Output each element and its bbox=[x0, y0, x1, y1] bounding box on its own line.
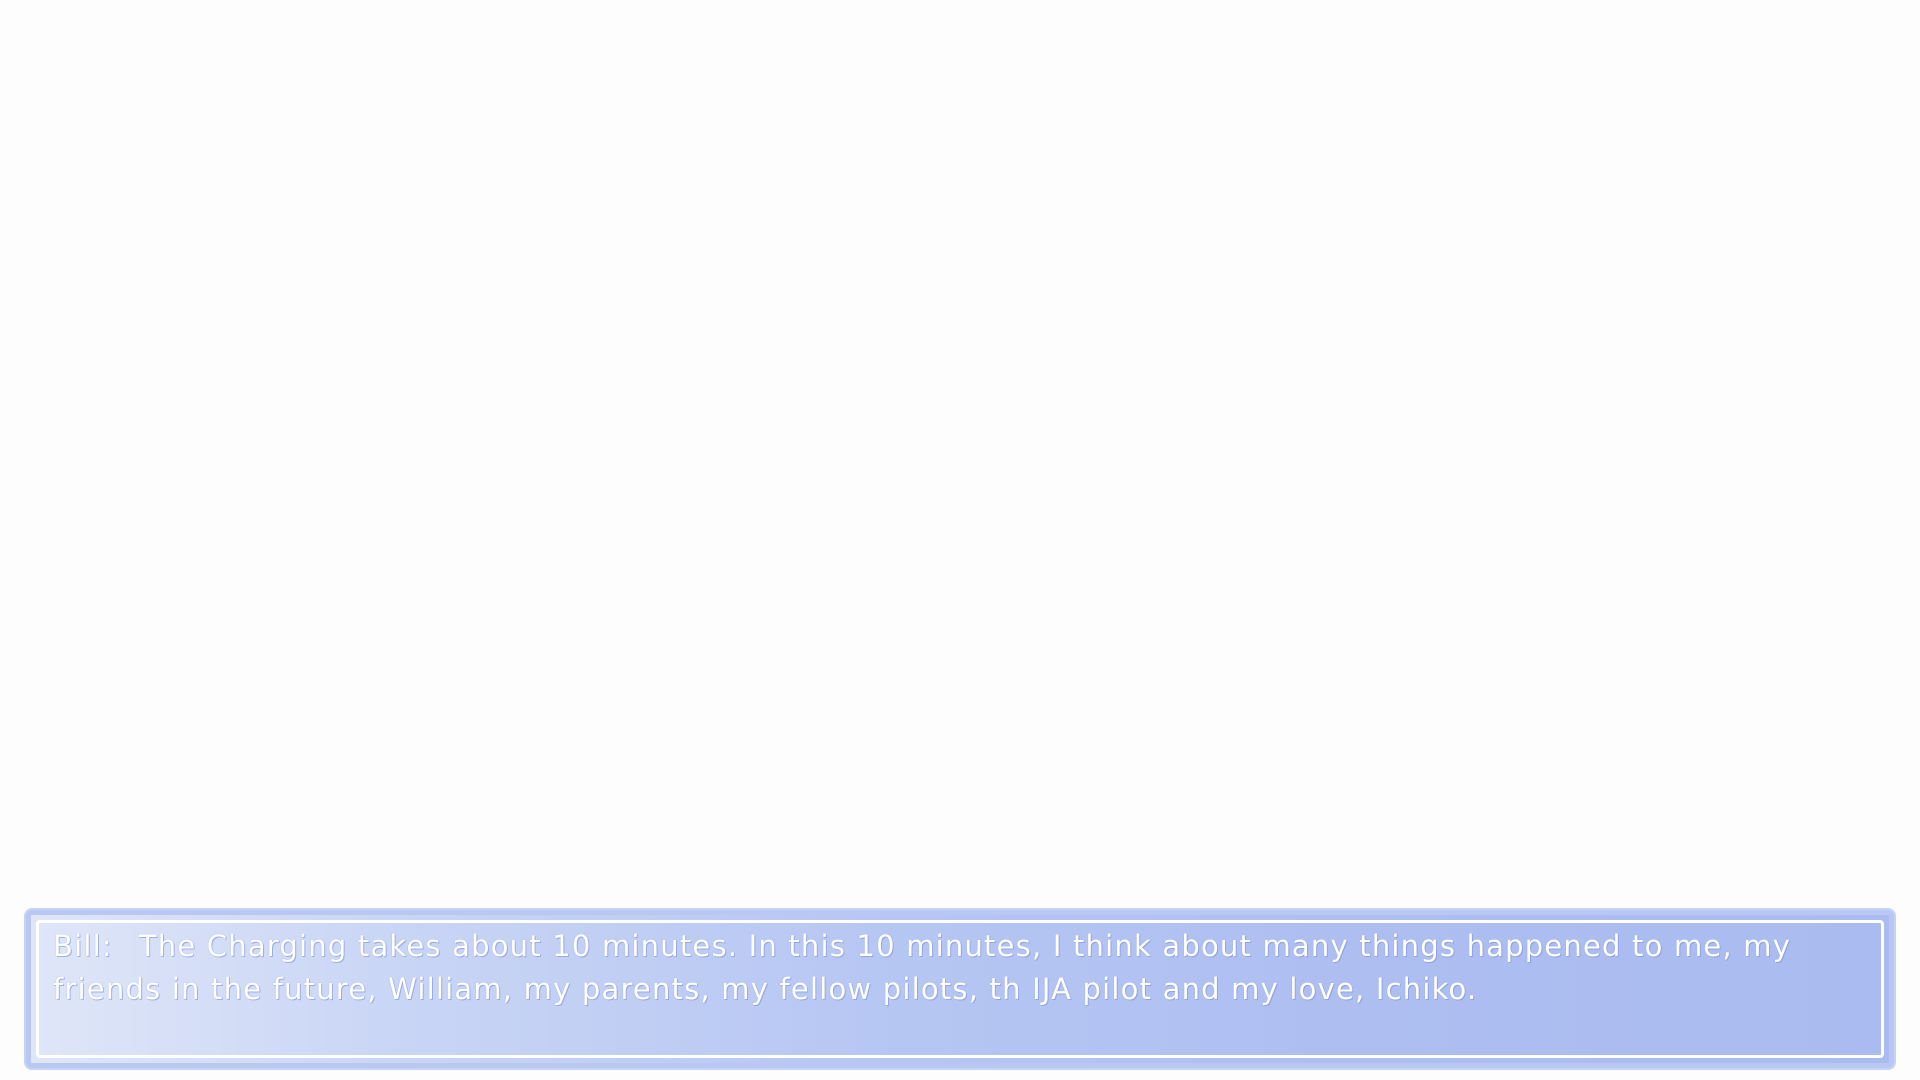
dialogue-box[interactable]: Bill: The Charging takes about 10 minutes… bbox=[26, 910, 1894, 1068]
dialogue-line: The Charging takes about 10 minutes. In … bbox=[53, 929, 1792, 1006]
game-scene[interactable]: Bill: The Charging takes about 10 minutes… bbox=[0, 0, 1920, 1080]
speaker-name: Bill: bbox=[53, 929, 113, 963]
dialogue-text-area: Bill: The Charging takes about 10 minutes… bbox=[53, 925, 1849, 1011]
